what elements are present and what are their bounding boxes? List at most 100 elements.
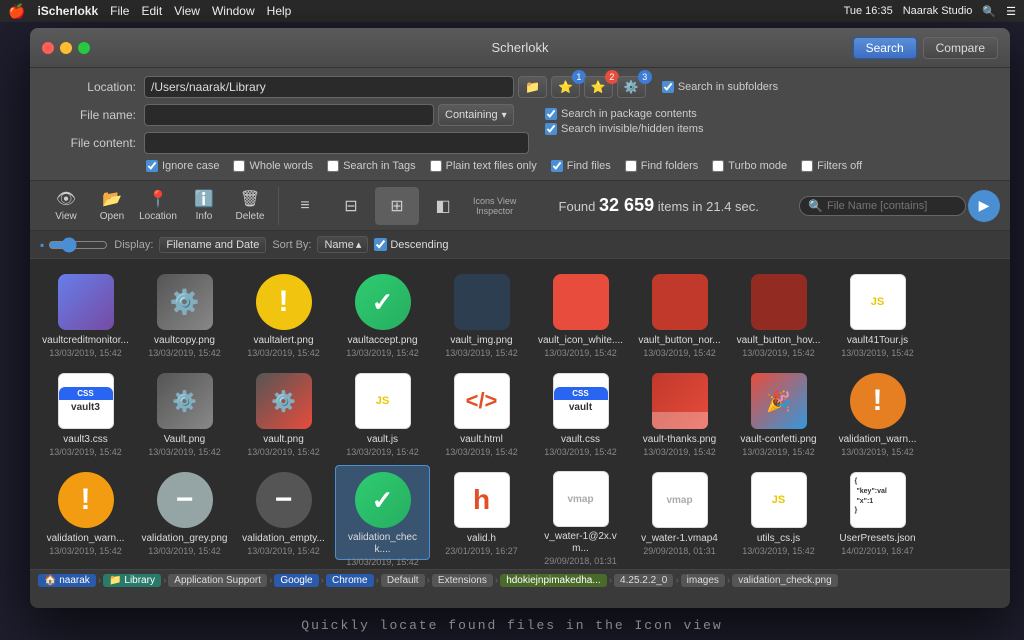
filename-input[interactable] (144, 104, 434, 126)
display-value-button[interactable]: Filename and Date (159, 237, 266, 253)
menu-file[interactable]: File (110, 4, 129, 18)
find-folders-check[interactable]: Find folders (625, 160, 698, 172)
turbo-mode-check[interactable]: Turbo mode (712, 160, 787, 172)
open-button[interactable]: 📂 Open (90, 187, 134, 225)
list-item[interactable]: ⚙️ vault.png 13/03/2019, 15:42 (236, 366, 331, 461)
menubar: 🍎 iScherlokk File Edit View Window Help … (0, 0, 1024, 22)
detail-view-button[interactable]: ⊟ (329, 187, 373, 225)
list-item[interactable]: vault-thanks.png 13/03/2019, 15:42 (632, 366, 727, 461)
location-button[interactable]: 📍 Location (136, 187, 180, 225)
list-item[interactable]: ⚙️ Vault.png 13/03/2019, 15:42 (137, 366, 232, 461)
plain-text-check[interactable]: Plain text files only (430, 160, 537, 172)
list-item[interactable]: CSS vault vault.css 13/03/2019, 15:42 (533, 366, 628, 461)
filecontent-input[interactable] (144, 132, 529, 154)
icons-view-button[interactable]: ⊞ (375, 187, 419, 225)
package-contents-check[interactable]: Search in package contents (545, 108, 703, 120)
compare-button[interactable]: Compare (923, 37, 998, 59)
location-label: Location: (46, 80, 136, 94)
maximize-button[interactable] (78, 42, 90, 54)
breadcrumb-item-file[interactable]: validation_check.png (732, 574, 837, 587)
list-item[interactable]: CSS vault3 vault3.css 13/03/2019, 15:42 (38, 366, 133, 461)
app-window: Scherlokk Search Compare Location: 📁 ⭐ 1… (30, 28, 1010, 608)
play-icon: ▶ (979, 197, 990, 214)
play-button[interactable]: ▶ (968, 190, 1000, 222)
whole-words-check[interactable]: Whole words (233, 160, 313, 172)
filename-filter-input[interactable] (827, 200, 957, 212)
list-item[interactable]: vaultcreditmonitor... 13/03/2019, 15:42 (38, 267, 133, 362)
breadcrumb-item-images[interactable]: images (681, 574, 725, 587)
breadcrumb-item-chrome[interactable]: Chrome (326, 574, 374, 587)
list-item[interactable]: − validation_grey.png 13/03/2019, 15:42 (137, 465, 232, 560)
list-item[interactable]: vault_img.png 13/03/2019, 15:42 (434, 267, 529, 362)
delete-button[interactable]: 🗑 Delete (228, 187, 272, 225)
search-menubar-icon[interactable]: 🔍 (982, 5, 996, 18)
list-item[interactable]: ✓ validation_check.... 13/03/2019, 15:42 (335, 465, 430, 560)
inspector-button[interactable]: ◧ (421, 187, 465, 225)
list-item[interactable]: h valid.h 23/01/2019, 16:27 (434, 465, 529, 560)
list-item[interactable]: ⚙️ vaultcopy.png 13/03/2019, 15:42 (137, 267, 232, 362)
filters-off-check[interactable]: Filters off (801, 160, 862, 172)
location-browse-button[interactable]: 📁 (518, 76, 547, 98)
list-item[interactable]: vault_button_hov... 13/03/2019, 15:42 (731, 267, 826, 362)
list-item[interactable]: vault_button_nor... 13/03/2019, 15:42 (632, 267, 727, 362)
list-item[interactable]: </> vault.html 13/03/2019, 15:42 (434, 366, 529, 461)
list-item[interactable]: vault_icon_white.... 13/03/2019, 15:42 (533, 267, 628, 362)
breadcrumb-item-app-support[interactable]: Application Support (168, 574, 267, 587)
sort-value-button[interactable]: Name ▴ (317, 236, 368, 253)
inspector-label: Inspector (476, 206, 513, 216)
list-item[interactable]: ! validation_warn... 13/03/2019, 15:42 (38, 465, 133, 560)
breadcrumb-item-naarak[interactable]: 🏠 naarak (38, 574, 96, 587)
list-item[interactable]: ! validation_warn... 13/03/2019, 15:42 (830, 366, 925, 461)
menu-help[interactable]: Help (267, 4, 292, 18)
list-item[interactable]: { "key":val "x":1} UserPresets.json 14/0… (830, 465, 925, 560)
view-icon: 👁 (56, 189, 76, 209)
filename-row: File name: Containing (46, 104, 529, 126)
location-input[interactable] (144, 76, 514, 98)
menu-view[interactable]: View (174, 4, 200, 18)
apple-menu[interactable]: 🍎 (8, 3, 25, 20)
ignore-case-check[interactable]: Ignore case (146, 160, 219, 172)
search-button[interactable]: Search (853, 37, 917, 59)
breadcrumb-item-default[interactable]: Default (381, 574, 425, 587)
subfolders-check[interactable]: Search in subfolders (662, 81, 778, 93)
close-button[interactable] (42, 42, 54, 54)
breadcrumb-item-extensions[interactable]: Extensions (432, 574, 493, 587)
menu-extra-icon[interactable]: ☰ (1006, 5, 1016, 18)
breadcrumb-item-version[interactable]: 4.25.2.2_0 (614, 574, 673, 587)
list-item[interactable]: vmap v_water-1@2x.vm... 29/09/2018, 01:3… (533, 465, 628, 560)
breadcrumb-item-ext-id[interactable]: hdokiejnpimakedha... (500, 574, 607, 587)
descending-check[interactable]: Descending (374, 238, 448, 251)
filename-label: File name: (46, 108, 136, 122)
size-slider[interactable]: ▪ (40, 237, 108, 253)
hidden-items-check[interactable]: Search invisible/hidden items (545, 123, 703, 135)
size-range-input[interactable] (48, 237, 108, 253)
list-view-button[interactable]: ≡ (283, 187, 327, 225)
breadcrumb-item-google[interactable]: Google (274, 574, 318, 587)
list-item[interactable]: 🎉 vault-confetti.png 13/03/2019, 15:42 (731, 366, 826, 461)
bookmark1-btn[interactable]: ⭐ 1 (551, 76, 580, 98)
view-button[interactable]: 👁 View (44, 187, 88, 225)
list-item[interactable]: ✓ vaultaccept.png 13/03/2019, 15:42 (335, 267, 430, 362)
title-bar: Scherlokk Search Compare (30, 28, 1010, 68)
search-tags-check[interactable]: Search in Tags (327, 160, 416, 172)
info-button[interactable]: ℹ️ Info (182, 187, 226, 225)
minimize-button[interactable] (60, 42, 72, 54)
list-icon: ≡ (300, 197, 309, 215)
filename-filter-box[interactable]: 🔍 (799, 196, 966, 216)
bookmark2-btn[interactable]: ⭐ 2 (584, 76, 613, 98)
list-item[interactable]: JS vault.js 13/03/2019, 15:42 (335, 366, 430, 461)
filecontent-row: File content: (46, 132, 529, 154)
list-item[interactable]: JS utils_cs.js 13/03/2019, 15:42 (731, 465, 826, 560)
menu-edit[interactable]: Edit (141, 4, 162, 18)
icons-view-label: Icons View (473, 196, 516, 206)
list-item[interactable]: vmap v_water-1.vmap4 29/09/2018, 01:31 (632, 465, 727, 560)
breadcrumb-item-library[interactable]: 📁 Library (103, 574, 161, 587)
menu-app-name[interactable]: iScherlokk (37, 4, 98, 18)
menu-window[interactable]: Window (212, 4, 255, 18)
list-item[interactable]: ! vaultalert.png 13/03/2019, 15:42 (236, 267, 331, 362)
list-item[interactable]: JS vault41Tour.js 13/03/2019, 15:42 (830, 267, 925, 362)
list-item[interactable]: − validation_empty... 13/03/2019, 15:42 (236, 465, 331, 560)
containing-dropdown[interactable]: Containing (438, 104, 514, 126)
find-files-check[interactable]: Find files (551, 160, 611, 172)
settings-btn[interactable]: ⚙️ 3 (617, 76, 646, 98)
